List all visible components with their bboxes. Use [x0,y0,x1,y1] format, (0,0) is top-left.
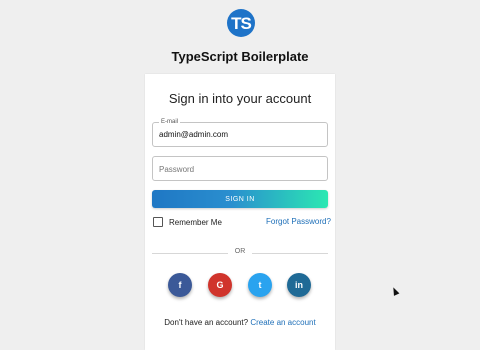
twitter-icon: t [258,280,262,290]
linkedin-login-button[interactable]: in [287,273,311,297]
remember-me[interactable]: Remember Me [153,217,222,227]
login-heading: Sign in into your account [168,91,312,106]
twitter-login-button[interactable]: t [248,273,272,297]
google-icon: G [216,280,224,290]
or-label: OR [228,248,252,255]
facebook-login-button[interactable]: f [168,273,192,297]
facebook-icon: f [178,280,182,290]
email-value: admin@admin.com [159,130,229,139]
signup-row: Don't have an account? Create an account [0,318,480,327]
forgot-password-link[interactable]: Forgot Password? [266,217,331,226]
sign-in-button[interactable]: SIGN IN [152,190,328,208]
email-label: E-mail [159,119,181,126]
signup-prompt: Don't have an account? [164,318,249,327]
logo-text: TS [231,13,252,33]
login-card [145,74,335,350]
create-account-link[interactable]: Create an account [250,318,315,327]
mouse-cursor-icon [390,286,400,296]
typescript-logo: TS [227,9,255,37]
email-field[interactable]: E-mail admin@admin.com [152,119,328,147]
google-login-button[interactable]: G [208,273,232,297]
password-field[interactable]: Password [152,156,328,181]
app-title: TypeScript Boilerplate [171,49,309,64]
password-placeholder: Password [159,165,195,174]
remember-me-label[interactable]: Remember Me [169,218,222,227]
login-page: TS TypeScript Boilerplate Sign in into y… [0,0,480,350]
linkedin-icon: in [295,280,303,290]
remember-me-checkbox[interactable] [153,217,163,227]
